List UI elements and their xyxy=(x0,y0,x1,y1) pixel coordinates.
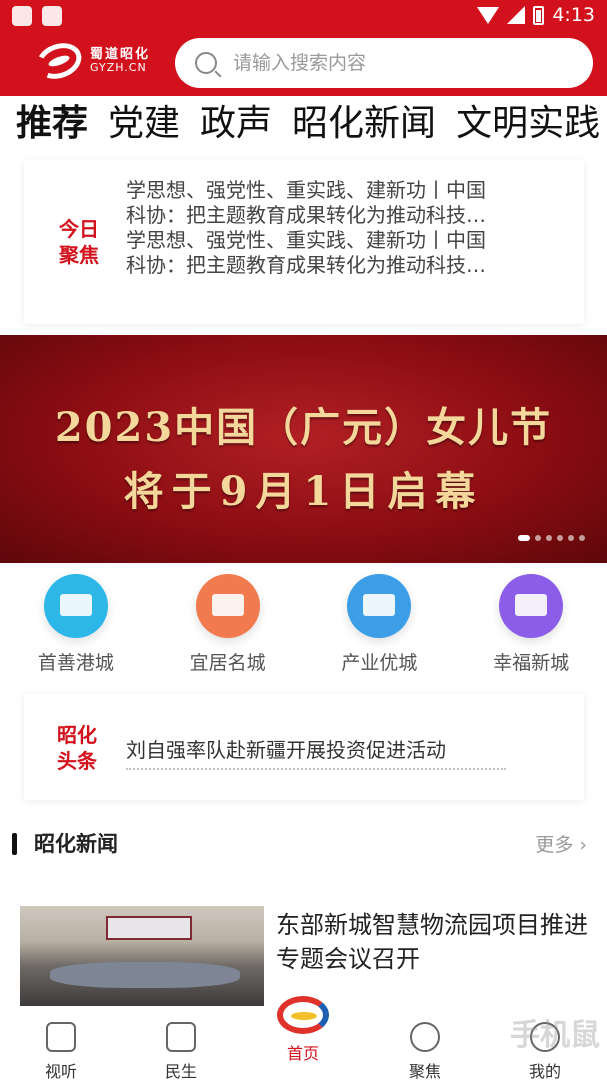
quick-entry-industry-city[interactable]: 产业优城 xyxy=(319,570,439,680)
focus-line[interactable]: 学思想、强党性、重实践、建新功丨中国 xyxy=(126,178,566,203)
chat-icon xyxy=(166,1022,196,1052)
wifi-icon xyxy=(477,6,500,24)
banner-dot[interactable] xyxy=(568,535,574,541)
nav-home[interactable]: 首页 xyxy=(258,996,348,1064)
category-tabs: 推荐 党建 政声 昭化新闻 文明实践 xyxy=(0,96,607,152)
quick-entry-label: 产业优城 xyxy=(341,652,418,674)
watermark: 手机鼠 xyxy=(510,1018,600,1053)
notification-icon xyxy=(12,6,32,26)
chevron-right-icon: › xyxy=(579,834,587,856)
news-thumbnail xyxy=(20,906,264,1006)
quick-entry-livable-city[interactable]: 宜居名城 xyxy=(168,570,288,680)
battery-icon xyxy=(533,5,545,25)
quick-entries: 首善港城 宜居名城 产业优城 幸福新城 xyxy=(0,570,607,680)
headline-next-peek xyxy=(126,768,506,776)
logo-domain: GYZH.CN xyxy=(90,61,147,75)
banner-dot[interactable] xyxy=(579,535,585,541)
gate-tower-icon xyxy=(195,574,260,638)
banner-dot[interactable] xyxy=(546,535,552,541)
quick-entry-label: 首善港城 xyxy=(37,652,114,674)
more-link[interactable]: 更多 › xyxy=(535,830,587,857)
app-notification-icon xyxy=(42,6,62,26)
focus-label: 今日聚焦 xyxy=(59,217,99,267)
building-icon xyxy=(499,574,564,638)
section-title: 昭化新闻 xyxy=(34,832,118,856)
section-marker xyxy=(12,833,17,855)
tab-zhaohua-news[interactable]: 昭化新闻 xyxy=(292,96,436,152)
video-icon xyxy=(46,1022,76,1052)
banner-subtitle: 将于9月1日启幕 xyxy=(123,468,484,515)
news-list-item[interactable]: 东部新城智慧物流园项目推进专题会议召开 xyxy=(20,906,600,1006)
focus-line[interactable]: 科协：把主题教育成果转化为推动科技… xyxy=(126,203,566,228)
home-logo-icon xyxy=(277,996,329,1034)
quick-entry-label: 幸福新城 xyxy=(493,652,570,674)
banner-title: 2023中国（广元）女儿节 xyxy=(54,404,553,451)
headline-text[interactable]: 刘自强率队赴新疆开展投资促进活动 xyxy=(126,734,446,763)
app-logo[interactable]: 蜀道昭化 GYZH.CN xyxy=(31,37,151,85)
banner-dot[interactable] xyxy=(535,535,541,541)
search-icon xyxy=(195,52,217,74)
nav-video[interactable]: 视听 xyxy=(16,1010,106,1080)
news-section-header: 昭化新闻 更多 › xyxy=(0,824,607,864)
app-header: 4:13 蜀道昭化 GYZH.CN xyxy=(0,0,607,96)
quick-entry-happy-city[interactable]: 幸福新城 xyxy=(471,570,591,680)
headline-card[interactable]: 昭化头条 刘自强率队赴新疆开展投资促进活动 xyxy=(24,694,584,800)
factory-icon xyxy=(347,574,412,638)
tab-party-building[interactable]: 党建 xyxy=(108,96,180,152)
signal-icon xyxy=(507,6,526,24)
tab-recommend[interactable]: 推荐 xyxy=(16,96,88,152)
search-bar[interactable] xyxy=(175,38,593,88)
today-focus-card[interactable]: 今日聚焦 学思想、强党性、重实践、建新功丨中国 科协：把主题教育成果转化为推动科… xyxy=(24,160,584,324)
logo-name: 蜀道昭化 xyxy=(90,46,151,62)
banner-dot[interactable] xyxy=(557,535,563,541)
promo-banner[interactable]: 2023中国（广元）女儿节 将于9月1日启幕 xyxy=(0,335,607,563)
status-time: 4:13 xyxy=(552,4,595,26)
banner-pagination xyxy=(518,535,585,541)
tab-government[interactable]: 政声 xyxy=(200,96,272,152)
status-bar: 4:13 xyxy=(0,0,607,32)
nav-livelihood[interactable]: 民生 xyxy=(136,1010,226,1080)
quick-entry-label: 宜居名城 xyxy=(189,652,266,674)
focus-line[interactable]: 科协：把主题教育成果转化为推动科技… xyxy=(126,253,566,278)
ship-icon xyxy=(43,574,108,638)
news-title: 东部新城智慧物流园项目推进专题会议召开 xyxy=(276,911,588,973)
quick-entry-port-city[interactable]: 首善港城 xyxy=(16,570,136,680)
logo-icon xyxy=(31,37,87,85)
focus-line[interactable]: 学思想、强党性、重实践、建新功丨中国 xyxy=(126,228,566,253)
search-input[interactable] xyxy=(233,52,573,74)
banner-dot[interactable] xyxy=(518,535,530,541)
tab-civilization[interactable]: 文明实践 xyxy=(456,96,600,152)
headline-label: 昭化头条 xyxy=(57,723,97,773)
